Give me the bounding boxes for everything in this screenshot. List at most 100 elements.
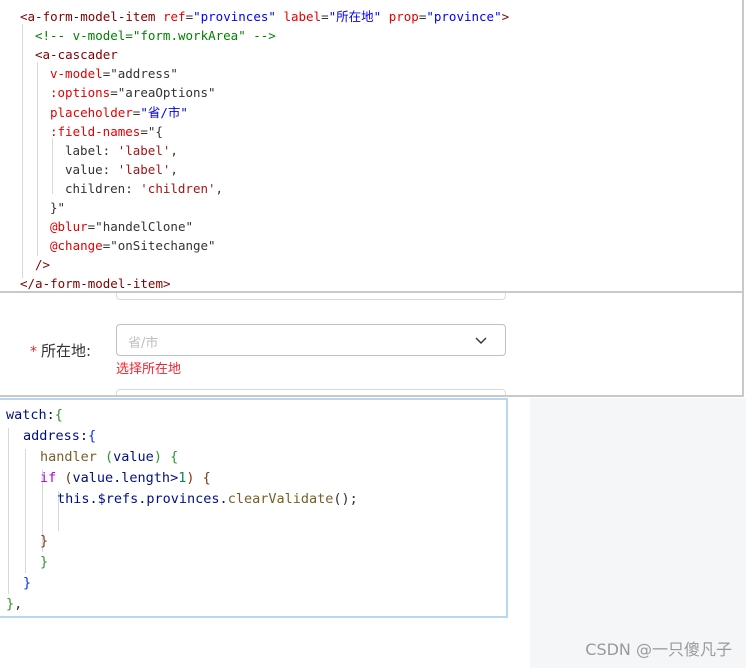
- code-token: "省/市": [140, 104, 188, 120]
- code-token: value: [113, 449, 154, 465]
- code-token: if: [40, 470, 65, 486]
- code-token: "{: [147, 123, 163, 139]
- code-token: "province": [426, 9, 502, 24]
- watch-code-line: handler (value) {: [40, 447, 178, 468]
- template-code-panel: <a-form-model-item ref="provinces" label…: [0, 0, 744, 293]
- code-token: address:: [23, 428, 89, 444]
- code-token: =: [140, 123, 148, 139]
- watch-code-line: },: [6, 594, 22, 615]
- code-token: ,: [215, 180, 224, 196]
- previous-field-input[interactable]: [116, 293, 506, 300]
- code-token: this.$refs.provinces.: [57, 491, 228, 507]
- code-token: <a-cascader: [35, 47, 118, 63]
- validation-error-text: 选择所在地: [116, 362, 182, 377]
- province-cascader[interactable]: 省/市: [116, 324, 506, 356]
- code-token: watch:: [6, 407, 55, 423]
- code-token: "provinces": [193, 9, 276, 24]
- code-token: "handelClone": [95, 219, 194, 235]
- code-token: @change: [50, 238, 103, 254]
- code-token: <a-form-model-item: [20, 9, 163, 24]
- watch-code-line: }: [23, 573, 31, 594]
- code-token: handler: [40, 449, 106, 465]
- province-label-text: 所在地:: [41, 342, 92, 360]
- indent-guide: [22, 24, 23, 278]
- watch-code-line: watch:{: [6, 405, 63, 426]
- watch-code-line: if (value.length>1) {: [40, 468, 211, 489]
- indent-guide: [37, 62, 38, 256]
- code-token: {: [54, 407, 63, 423]
- template-code-line: label: 'label',: [65, 141, 178, 160]
- template-code-line: value: 'label',: [65, 160, 178, 179]
- code-token: ,: [170, 142, 178, 158]
- code-token: "所在地": [328, 9, 382, 24]
- required-mark: *: [30, 344, 37, 360]
- template-code-line: </a-form-model-item>: [20, 274, 171, 292]
- template-code-line: v-model="address": [50, 64, 178, 83]
- code-token: children:: [65, 180, 141, 196]
- code-token: >: [501, 9, 510, 24]
- code-token: }: [6, 596, 15, 612]
- code-token: =: [110, 85, 118, 101]
- code-token: :options: [50, 85, 111, 101]
- template-code-line: placeholder="省/市": [50, 103, 188, 122]
- cascader-placeholder: 省/市: [128, 336, 159, 351]
- form-preview-panel: * 所在地: 省/市 选择所在地: [0, 293, 744, 397]
- code-token: ref: [163, 9, 186, 24]
- code-token: "address": [110, 66, 178, 82]
- code-token: 'label': [117, 142, 171, 158]
- code-token: label: [283, 9, 322, 24]
- code-token: @blur: [50, 219, 88, 235]
- template-code-line: :options="areaOptions": [50, 83, 216, 102]
- code-token: 'label': [117, 161, 171, 177]
- code-token: }: [40, 533, 49, 549]
- code-token: value:: [65, 161, 118, 177]
- template-code-line: @change="onSitechange": [50, 236, 216, 255]
- indent-guide: [8, 428, 9, 594]
- code-token: (: [64, 470, 73, 486]
- template-code-line: <!-- v-model="form.workArea" -->: [35, 26, 276, 45]
- watch-code-panel: watch:{address:{handler (value) {if (val…: [0, 398, 508, 618]
- code-token: }": [50, 200, 66, 215]
- code-token: "onSitechange": [110, 238, 216, 254]
- watch-code-line: }: [40, 552, 48, 573]
- code-token: =: [321, 9, 329, 24]
- template-code-line: children: 'children',: [65, 179, 223, 198]
- code-token: />: [35, 257, 51, 273]
- template-code-line: @blur="handelClone": [50, 217, 193, 236]
- code-token: prop: [388, 9, 419, 24]
- code-token: label:: [65, 142, 118, 158]
- province-field-label: * 所在地:: [30, 340, 91, 361]
- watch-code-line: this.$refs.provinces.clearValidate();: [57, 489, 358, 510]
- template-code-line: />: [35, 255, 50, 274]
- chevron-down-icon[interactable]: [474, 333, 488, 347]
- code-token: ): [153, 449, 162, 465]
- template-code-line: <a-cascader: [35, 45, 118, 64]
- code-token: value.length>: [72, 470, 179, 486]
- background-grey: [530, 398, 746, 668]
- code-token: placeholder: [50, 104, 133, 120]
- watermark: CSDN @一只傻凡子: [585, 640, 732, 659]
- template-code-line: <a-form-model-item ref="provinces" label…: [20, 7, 509, 26]
- next-field-input[interactable]: [116, 389, 506, 395]
- code-token: :field-names: [50, 123, 141, 139]
- code-token: {: [161, 449, 179, 465]
- code-token: v-model: [50, 66, 103, 82]
- template-code-line: :field-names="{: [50, 122, 163, 141]
- code-token: </a-form-model-item>: [20, 276, 171, 292]
- indent-guide: [25, 449, 26, 573]
- code-token: ,: [14, 596, 23, 612]
- code-token: {: [88, 428, 97, 444]
- watch-code-line: address:{: [23, 426, 96, 447]
- code-token: ,: [170, 161, 178, 177]
- code-token: "areaOptions": [117, 85, 216, 101]
- code-token: }: [23, 575, 32, 591]
- template-code-line: }": [50, 198, 65, 217]
- indent-guide: [52, 138, 53, 194]
- code-token: ();: [333, 491, 358, 507]
- watch-code-line: }: [40, 531, 48, 552]
- code-token: <!-- v-model="form.workArea" -->: [35, 28, 276, 44]
- code-token: 'children': [140, 180, 216, 196]
- code-token: (: [105, 449, 114, 465]
- code-token: =: [185, 9, 194, 24]
